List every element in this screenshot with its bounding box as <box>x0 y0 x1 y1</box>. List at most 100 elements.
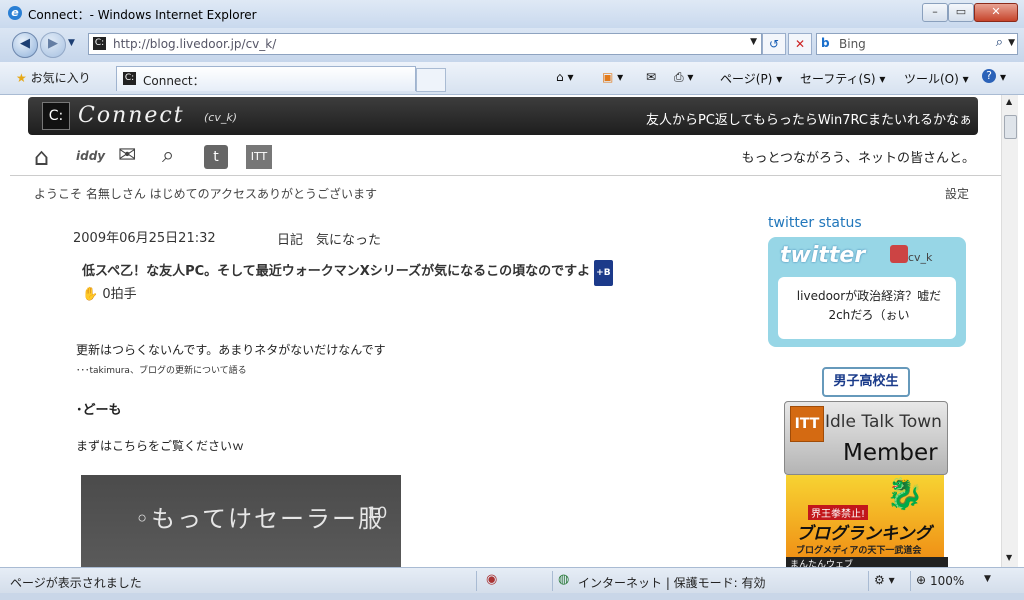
twitter-username[interactable]: cv_k <box>908 251 932 264</box>
itt-title: Idle Talk Town <box>825 412 942 432</box>
clap-button[interactable]: ✋ 0拍手 <box>82 283 137 302</box>
address-bar[interactable]: C: http://blog.livedoor.jp/cv_k/ ▼ <box>88 33 762 55</box>
status-text: ページが表示されました <box>10 576 142 590</box>
divider <box>868 571 869 591</box>
home-button[interactable]: ⌂ ▾ <box>556 70 573 84</box>
mail-icon: ✉ <box>646 70 657 84</box>
print-button[interactable]: ⎙ ▾ <box>674 70 693 85</box>
danshi-koukousei-banner[interactable]: 男子高校生 <box>822 367 910 397</box>
clap-icon: ✋ <box>82 287 99 302</box>
search-input[interactable]: b Bing ⌕ ▼ <box>816 33 1018 55</box>
rank-badge: 界王拳禁止! <box>808 505 869 520</box>
safety-menu-label: セーフティ(S) <box>800 72 876 86</box>
help-dropdown-icon[interactable]: ▾ <box>1000 70 1006 84</box>
welcome-message: ようこそ 名無しさん はじめてのアクセスありがとうございます <box>34 187 378 201</box>
post-title-text[interactable]: 低スペ乙！な友人PC。そして最近ウォークマンXシリーズが気になるこの頃なのですよ <box>82 264 590 279</box>
forward-button[interactable]: ▶ <box>40 32 66 58</box>
safety-menu[interactable]: セーフティ(S) ▾ <box>800 70 885 87</box>
close-button[interactable]: ✕ <box>974 3 1018 22</box>
title-bar: e Connect：- Windows Internet Explorer – … <box>0 0 1024 28</box>
home-icon[interactable]: ⌂ <box>34 143 49 171</box>
tools-menu[interactable]: ツール(O) ▾ <box>904 70 969 87</box>
post-photo[interactable]: ◦もってけセーラー服 10 <box>81 475 401 567</box>
post-paragraph: 更新はつらくないんです。あまりネタがないだけなんです <box>76 343 386 357</box>
zoom-dropdown-icon[interactable]: ▼ <box>984 574 991 584</box>
post-title[interactable]: 低スペ乙！な友人PC。そして最近ウォークマンXシリーズが気になるこの頃なのですよ… <box>82 259 702 286</box>
settings-link[interactable]: 設定 <box>945 185 969 202</box>
blog-ranking-banner[interactable]: 🐉 界王拳禁止! ブログランキング ブログメディアの天下一武道会 まんたんウェブ <box>786 475 948 567</box>
twitter-logo[interactable]: twitter <box>780 243 865 268</box>
photo-chalk-number: 10 <box>367 503 388 522</box>
security-zone[interactable]: インターネット | 保護モード: 有効 <box>578 574 766 591</box>
post-category-link[interactable]: 日記 気になった <box>277 229 381 248</box>
search-icon[interactable]: ⌕ <box>162 143 174 169</box>
rank-subtitle: ブログメディアの天下一武道会 <box>796 546 922 556</box>
internet-zone-icon: ◍ <box>558 572 570 587</box>
twitter-icon[interactable]: t <box>204 145 228 169</box>
rank-title: ブログランキング <box>796 524 932 544</box>
mail-icon[interactable]: ✉ <box>118 143 136 169</box>
post-paragraph-small: ･･･takimura、ブログの更新について語る <box>76 366 247 376</box>
blog-logo-sub: (cv_k) <box>204 111 238 124</box>
hatena-bookmark-icon[interactable]: +B <box>594 260 613 286</box>
zoom-level[interactable]: 100% <box>930 574 964 588</box>
blog-logo-icon[interactable]: C: <box>42 102 70 130</box>
post-paragraph: まずはこちらをご覧くださいｗ <box>76 439 245 453</box>
address-dropdown-icon[interactable]: ▼ <box>750 37 757 47</box>
avatar[interactable] <box>890 245 908 263</box>
tab-favicon-icon: C: <box>123 72 136 85</box>
rss-icon: ▣ <box>602 70 614 84</box>
page-content: C: Connect (cv_k) 友人からPC返してもらったらWin7RCまた… <box>10 95 1001 567</box>
search-options-dropdown-icon[interactable]: ▼ <box>1008 38 1015 48</box>
stop-button[interactable]: ✕ <box>788 33 812 55</box>
scrollbar-thumb[interactable] <box>1004 115 1017 139</box>
read-mail-button[interactable]: ✉ <box>646 70 656 84</box>
tweet-bubble: livedoorが政治経済？嘘だ2chだろ（ぉい <box>778 277 956 339</box>
itt-member-label: Member <box>843 440 938 466</box>
address-url[interactable]: http://blog.livedoor.jp/cv_k/ <box>113 37 276 51</box>
favorites-button[interactable]: ★ お気に入り <box>16 69 91 86</box>
itt-logo-icon: ITT <box>790 406 824 442</box>
protected-mode-icon[interactable]: ⚙ ▾ <box>874 573 895 587</box>
dragon-icon: 🐉 <box>886 477 924 512</box>
status-bar: ページが表示されました ◉ ◍ インターネット | 保護モード: 有効 ⚙ ▾ … <box>0 567 1024 594</box>
feeds-button[interactable]: ▣ ▾ <box>602 70 623 84</box>
help-button[interactable]: ? <box>982 69 996 83</box>
photo-chalk-text: ◦もってけセーラー服 <box>135 505 384 533</box>
scroll-down-icon[interactable]: ▼ <box>1006 553 1012 562</box>
itt-icon[interactable]: ITT <box>246 145 272 169</box>
tab-connect[interactable]: C: Connect： <box>116 66 416 91</box>
tweet-text: livedoorが政治経済？嘘だ2chだろ（ぉい <box>796 289 942 322</box>
bing-icon: b <box>821 36 830 50</box>
scroll-up-icon[interactable]: ▲ <box>1006 97 1012 106</box>
blog-header-banner: C: Connect (cv_k) 友人からPC返してもらったらWin7RCまた… <box>28 97 978 135</box>
window-title: Connect：- Windows Internet Explorer <box>28 8 257 22</box>
star-icon: ★ <box>16 71 27 85</box>
header-message: 友人からPC返してもらったらWin7RCまたいれるかなぁ <box>645 113 972 128</box>
command-bar: ★ お気に入り C: Connect： ⌂ ▾ ▣ ▾ ✉ ⎙ ▾ ページ(P)… <box>0 62 1024 95</box>
divider <box>910 571 911 591</box>
divider <box>552 571 553 591</box>
window-frame-bottom <box>0 593 1024 600</box>
minimize-button[interactable]: – <box>922 3 948 22</box>
iddy-icon[interactable]: iddy <box>76 149 105 175</box>
divider <box>476 571 477 591</box>
post-date: 2009年06月25日21:32 <box>73 231 216 246</box>
refresh-button[interactable]: ↺ <box>762 33 786 55</box>
zoom-icon: ⊕ <box>916 573 927 587</box>
vertical-scrollbar[interactable]: ▲ ▼ <box>1001 95 1018 567</box>
maximize-button[interactable]: ▭ <box>948 3 974 22</box>
search-icon[interactable]: ⌕ <box>996 35 1003 50</box>
idle-talk-town-banner[interactable]: ITT Idle Talk Town Member <box>784 401 948 475</box>
home-icon: ⌂ <box>556 70 564 84</box>
recent-pages-dropdown-icon[interactable]: ▼ <box>68 38 75 48</box>
rank-bottom-label: まんたんウェブ <box>786 557 948 567</box>
back-button[interactable]: ◀ <box>12 32 38 58</box>
blog-logo-text[interactable]: Connect <box>78 103 185 128</box>
navigation-bar: ◀ ▶ ▼ C: http://blog.livedoor.jp/cv_k/ ▼… <box>0 28 1024 62</box>
page-menu[interactable]: ページ(P) ▾ <box>720 70 782 87</box>
twitter-widget: twitter cv_k livedoorが政治経済？嘘だ2chだろ（ぉい <box>768 237 966 347</box>
blog-tagline: もっとつながろう、ネットの皆さんと。 <box>741 151 975 166</box>
privacy-icon[interactable]: ◉ <box>486 572 497 587</box>
new-tab-button[interactable] <box>416 68 446 92</box>
